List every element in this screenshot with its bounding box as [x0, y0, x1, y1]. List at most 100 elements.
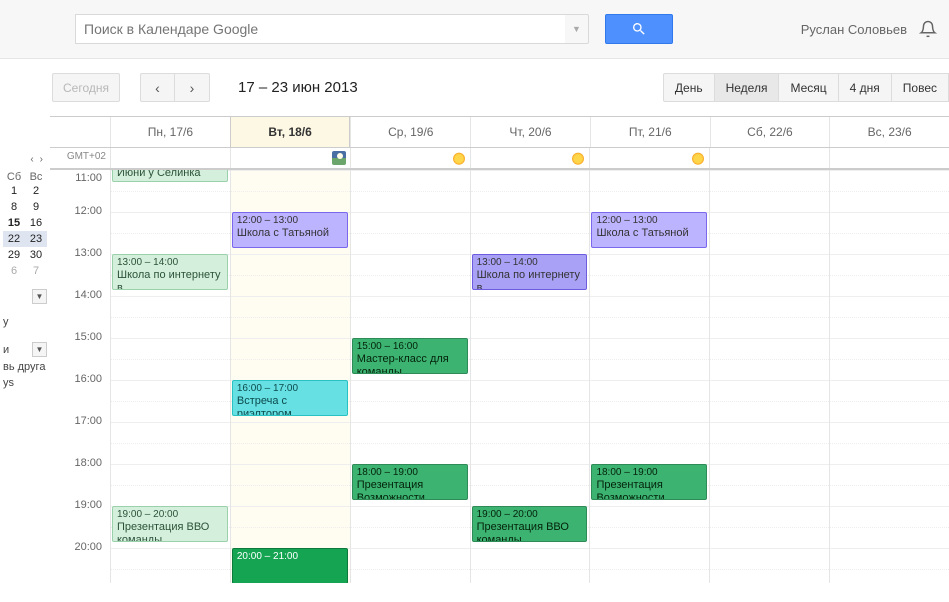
sidebar-item[interactable]: и: [3, 344, 9, 356]
search-dropdown[interactable]: ▼: [565, 14, 589, 44]
mini-cell[interactable]: 22: [3, 231, 25, 247]
other-toggle[interactable]: ▼: [32, 342, 47, 357]
calendars-toggle[interactable]: ▼: [32, 289, 47, 304]
hour-label: 17:00: [50, 415, 110, 457]
search-input[interactable]: [75, 14, 565, 44]
today-button[interactable]: Сегодня: [52, 73, 120, 102]
event-time: 18:00 – 19:00: [596, 467, 702, 479]
user-area: Руслан Соловьев: [801, 20, 949, 38]
mini-h-sun: Вс: [25, 171, 47, 183]
week-grid: Пн, 17/6Вт, 18/6Ср, 19/6Чт, 20/6Пт, 21/6…: [50, 116, 949, 583]
sidebar-item[interactable]: ys: [3, 375, 47, 391]
mini-h-sat: Сб: [3, 171, 25, 183]
sidebar-item[interactable]: у: [3, 314, 47, 330]
allday-cell[interactable]: [230, 148, 350, 168]
hours-column: 11:0012:0013:0014:0015:0016:0017:0018:00…: [50, 170, 110, 583]
search-button[interactable]: [605, 14, 673, 44]
day-header[interactable]: Вт, 18/6: [230, 117, 351, 147]
event-title: Презентация ВВО команды: [117, 521, 223, 542]
event-time: 16:00 – 17:00: [237, 383, 343, 395]
day-header[interactable]: Пт, 21/6: [590, 117, 710, 147]
mini-cell[interactable]: 29: [3, 247, 25, 263]
app-header: ▼ Руслан Соловьев: [0, 0, 949, 59]
event-time: 15:00 – 16:00: [357, 341, 463, 353]
calendar-event[interactable]: 16:00 – 17:00Встреча с риэлтором: [232, 380, 348, 416]
view-day[interactable]: День: [663, 73, 715, 102]
hour-label: 20:00: [50, 541, 110, 583]
prev-button[interactable]: ‹: [140, 73, 175, 102]
mini-cell[interactable]: 23: [25, 231, 47, 247]
day-columns: Июни у Селинка 13:00 – 14:00Школа по инте…: [110, 170, 949, 583]
allday-cell[interactable]: [110, 148, 230, 168]
mini-cell[interactable]: 6: [3, 263, 25, 279]
hour-label: 19:00: [50, 499, 110, 541]
search-icon: [631, 21, 647, 37]
calendar-event[interactable]: 18:00 – 19:00Презентация Возможности: [352, 464, 468, 500]
calendar-event[interactable]: Июни у Селинка: [112, 170, 228, 182]
nav-buttons: ‹ ›: [140, 73, 210, 102]
mini-cell[interactable]: 7: [25, 263, 47, 279]
day-column[interactable]: [709, 170, 829, 583]
day-column[interactable]: [829, 170, 949, 583]
hour-label: 14:00: [50, 289, 110, 331]
allday-cell[interactable]: [350, 148, 470, 168]
calendar-event[interactable]: 19:00 – 20:00Презентация ВВО команды: [112, 506, 228, 542]
notifications-icon[interactable]: [919, 20, 937, 38]
event-title: Школа с Татьяной: [596, 227, 702, 240]
view-4days[interactable]: 4 дня: [839, 73, 892, 102]
view-week[interactable]: Неделя: [715, 73, 780, 102]
night-icon: [332, 151, 346, 165]
calendar-event[interactable]: 13:00 – 14:00Школа по интернету в: [112, 254, 228, 290]
mini-cell[interactable]: 16: [25, 215, 47, 231]
day-header[interactable]: Ср, 19/6: [350, 117, 470, 147]
mini-cell[interactable]: 1: [3, 183, 25, 199]
day-column[interactable]: 12:00 – 13:00Школа с Татьяной 16:00 – 17:…: [230, 170, 350, 583]
mini-nav: ‹ ›: [3, 152, 47, 171]
allday-cell[interactable]: [589, 148, 709, 168]
day-column[interactable]: 13:00 – 14:00Школа по интернету в 19:00 –…: [470, 170, 590, 583]
allday-cell[interactable]: [829, 148, 949, 168]
user-name[interactable]: Руслан Соловьев: [801, 22, 907, 37]
mini-next[interactable]: ›: [40, 154, 43, 165]
calendar-event[interactable]: 13:00 – 14:00Школа по интернету в: [472, 254, 588, 290]
event-time: 19:00 – 20:00: [117, 509, 223, 521]
mini-cell[interactable]: 9: [25, 199, 47, 215]
day-header[interactable]: Пн, 17/6: [110, 117, 230, 147]
day-column[interactable]: 15:00 – 16:00Мастер-класс для команды 18:…: [350, 170, 470, 583]
event-time: 20:00 – 21:00: [237, 551, 343, 563]
calendar-event[interactable]: 12:00 – 13:00Школа с Татьяной: [591, 212, 707, 248]
timezone-label: GMT+02: [50, 148, 110, 168]
view-switcher: День Неделя Месяц 4 дня Повес: [663, 73, 949, 102]
sun-icon: [452, 151, 466, 165]
event-title: Презентация Возможности: [357, 479, 463, 500]
calendar-event[interactable]: 12:00 – 13:00Школа с Татьяной: [232, 212, 348, 248]
view-month[interactable]: Месяц: [779, 73, 838, 102]
day-header[interactable]: Сб, 22/6: [710, 117, 830, 147]
day-header[interactable]: Чт, 20/6: [470, 117, 590, 147]
mini-prev[interactable]: ‹: [30, 154, 33, 165]
next-button[interactable]: ›: [175, 73, 210, 102]
mini-cell[interactable]: 15: [3, 215, 25, 231]
day-column[interactable]: 12:00 – 13:00Школа с Татьяной 18:00 – 19:…: [589, 170, 709, 583]
allday-cell[interactable]: [709, 148, 829, 168]
event-title: Презентация Возможности: [596, 479, 702, 500]
hour-label: 13:00: [50, 247, 110, 289]
calendar-event[interactable]: 15:00 – 16:00Мастер-класс для команды: [352, 338, 468, 374]
event-title: Школа с Татьяной: [237, 227, 343, 240]
event-time: 12:00 – 13:00: [596, 215, 702, 227]
allday-cell[interactable]: [470, 148, 590, 168]
mini-cell[interactable]: 30: [25, 247, 47, 263]
mini-cell[interactable]: 2: [25, 183, 47, 199]
scroll-area[interactable]: 11:0012:0013:0014:0015:0016:0017:0018:00…: [50, 170, 949, 583]
calendar-event[interactable]: 19:00 – 20:00Презентация ВВО команды: [472, 506, 588, 542]
view-agenda[interactable]: Повес: [892, 73, 949, 102]
day-column[interactable]: Июни у Селинка 13:00 – 14:00Школа по инте…: [110, 170, 230, 583]
mini-cell[interactable]: 8: [3, 199, 25, 215]
day-header[interactable]: Вс, 23/6: [829, 117, 949, 147]
sidebar-item[interactable]: вь друга: [3, 359, 47, 375]
calendar-event[interactable]: 18:00 – 19:00Презентация Возможности: [591, 464, 707, 500]
event-time: 13:00 – 14:00: [477, 257, 583, 269]
sun-icon: [571, 151, 585, 165]
calendar-event[interactable]: 20:00 – 21:00: [232, 548, 348, 583]
hour-label: 15:00: [50, 331, 110, 373]
